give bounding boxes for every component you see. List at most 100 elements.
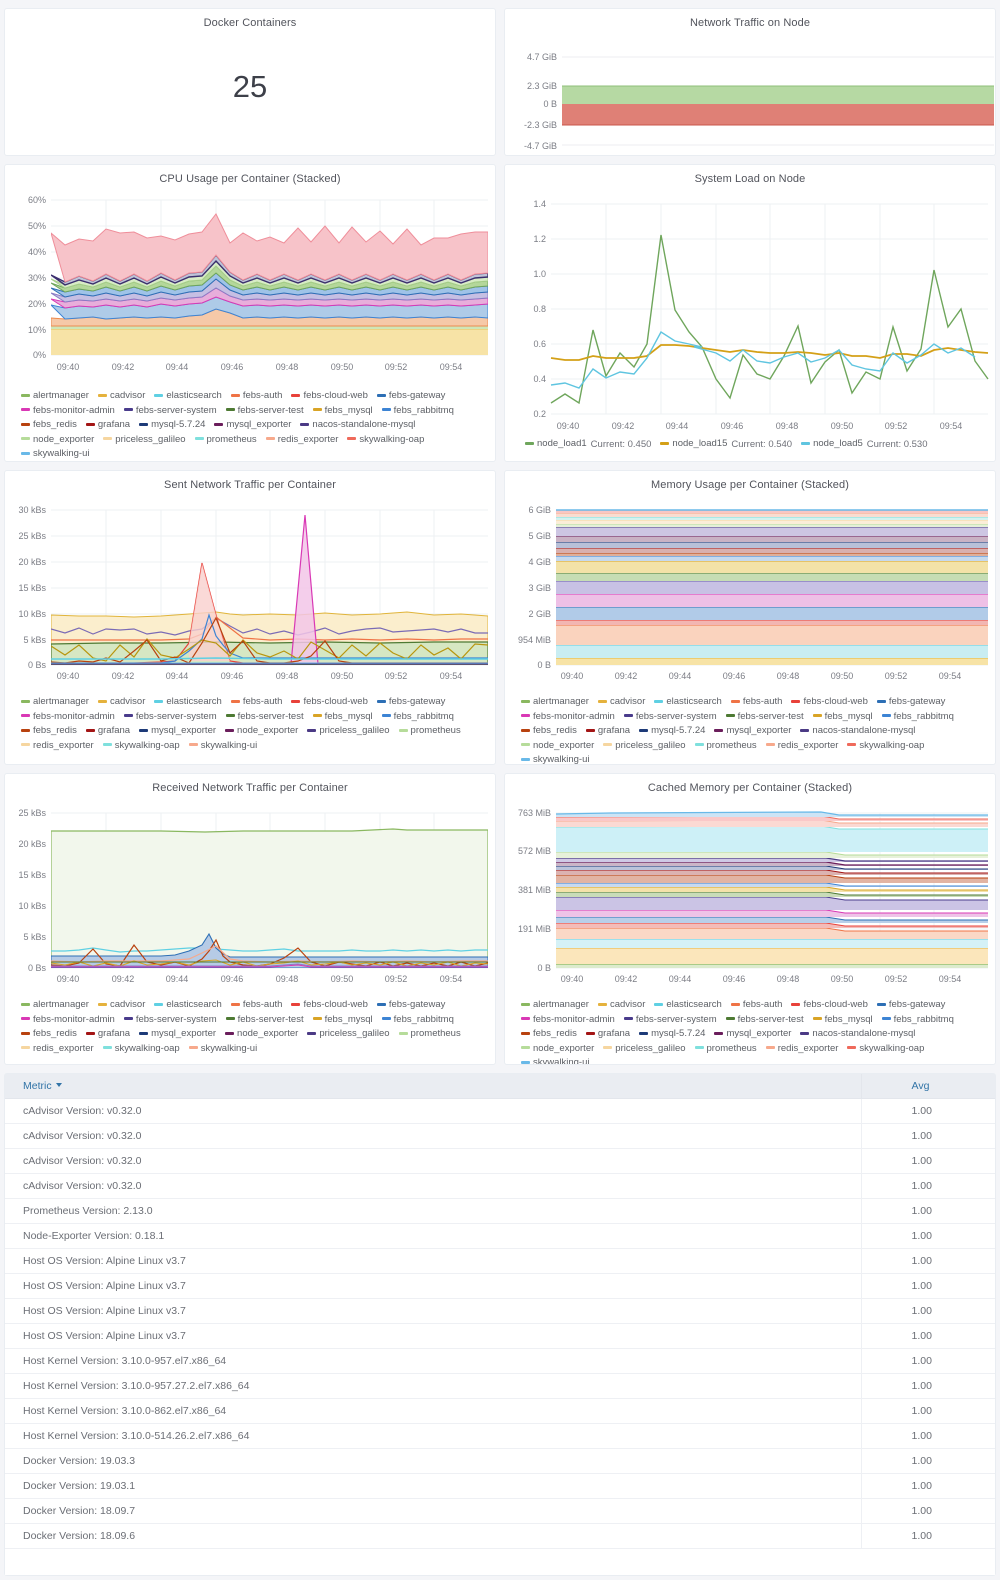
cpu-usage-graph[interactable]: 60% 50% 40% 30% 20% 10% 0% 09:40 09:42 0… [5,187,495,387]
legend-item[interactable]: febs_mysql [812,710,873,725]
legend-item[interactable]: node_exporter [21,433,94,448]
table-row[interactable]: Docker Version: 19.03.1 1.00 [5,1473,995,1499]
legend-item[interactable]: elasticsearch [154,695,222,710]
legend-item[interactable]: skywalking-ui [521,1056,590,1064]
table-row[interactable]: Docker Version: 19.03.3 1.00 [5,1448,995,1474]
table-row[interactable]: Host Kernel Version: 3.10.0-514.26.2.el7… [5,1423,995,1449]
legend-item[interactable]: febs-monitor-admin [521,710,615,725]
table-row[interactable]: Docker Version: 18.09.7 1.00 [5,1498,995,1524]
legend-item[interactable]: febs-cloud-web [291,389,368,404]
legend-item[interactable]: mysql_exporter [714,1027,791,1042]
legend-item[interactable]: febs_redis [21,724,77,739]
legend-item[interactable]: febs-auth [230,998,282,1013]
table-row[interactable]: Docker Version: 18.09.6 1.00 [5,1523,995,1549]
legend-item[interactable]: febs-monitor-admin [21,404,115,419]
legend-item[interactable]: redis_exporter [21,739,94,754]
legend-item[interactable]: febs-cloud-web [791,998,868,1013]
legend-item[interactable]: node_load1 Current: 0.450 [525,437,651,452]
legend-received-network[interactable]: alertmanager cadvisor elasticsearch febs-au… [5,996,495,1062]
legend-item[interactable]: febs-auth [730,998,782,1013]
legend-item[interactable]: febs-gateway [376,389,445,404]
legend-item[interactable]: febs_redis [521,724,577,739]
legend-item[interactable]: mysql_exporter [714,724,791,739]
legend-item[interactable]: node_exporter [521,739,594,754]
legend-item[interactable]: febs-server-test [725,1013,804,1028]
legend-item[interactable]: prometheus [194,433,257,448]
legend-cpu-usage[interactable]: alertmanager cadvisor elasticsearch febs-au… [5,387,495,461]
legend-item[interactable]: skywalking-ui [188,739,257,754]
legend-memory-usage[interactable]: alertmanager cadvisor elasticsearch febs-au… [505,693,995,764]
legend-item[interactable]: elasticsearch [654,998,722,1013]
legend-item[interactable]: febs_rabbitmq [381,404,454,419]
legend-item[interactable]: cadvisor [597,998,645,1013]
legend-item[interactable]: priceless_galileo [307,1027,390,1042]
legend-item[interactable]: alertmanager [21,998,89,1013]
legend-item[interactable]: node_exporter [225,1027,298,1042]
legend-item[interactable]: febs-auth [230,389,282,404]
legend-item[interactable]: prometheus [398,1027,461,1042]
legend-item[interactable]: skywalking-oap [102,739,180,754]
legend-item[interactable]: febs-server-test [225,404,304,419]
table-row[interactable]: Host Kernel Version: 3.10.0-957.el7.x86_… [5,1348,995,1374]
legend-item[interactable]: febs-cloud-web [291,998,368,1013]
legend-item[interactable]: febs-gateway [376,695,445,710]
legend-item[interactable]: cadvisor [97,998,145,1013]
legend-system-load[interactable]: node_load1 Current: 0.450 node_load15 Curre… [505,435,995,458]
table-row[interactable]: Prometheus Version: 2.13.0 1.00 [5,1198,995,1224]
legend-item[interactable]: grafana [85,1027,130,1042]
legend-item[interactable]: febs_redis [21,418,77,433]
legend-item[interactable]: priceless_galileo [103,433,186,448]
table-row[interactable]: Host Kernel Version: 3.10.0-862.el7.x86_… [5,1398,995,1424]
legend-item[interactable]: skywalking-ui [521,753,590,764]
legend-item[interactable]: node_load15 Current: 0.540 [660,437,792,452]
legend-item[interactable]: priceless_galileo [603,739,686,754]
memory-usage-graph[interactable]: 6 GiB 5 GiB 4 GiB 3 GiB 2 GiB 954 MiB 0 … [505,493,995,693]
table-row[interactable]: Host Kernel Version: 3.10.0-957.27.2.el7… [5,1373,995,1399]
legend-item[interactable]: febs-monitor-admin [21,1013,115,1028]
table-row[interactable]: Host OS Version: Alpine Linux v3.7 1.00 [5,1248,995,1274]
legend-item[interactable]: grafana [585,724,630,739]
legend-item[interactable]: nacos-standalone-mysql [800,1027,915,1042]
legend-item[interactable]: febs-server-system [123,1013,217,1028]
legend-item[interactable]: mysql_exporter [214,418,291,433]
legend-item[interactable]: elasticsearch [154,389,222,404]
legend-item[interactable]: febs_rabbitmq [881,1013,954,1028]
legend-item[interactable]: mysql-5.7.24 [139,418,205,433]
legend-item[interactable]: febs-cloud-web [791,695,868,710]
legend-item[interactable]: febs-server-test [225,1013,304,1028]
panel-cpu-usage[interactable]: CPU Usage per Container (Stacked) 60% 50… [4,164,496,462]
legend-item[interactable]: mysql_exporter [139,724,216,739]
legend-item[interactable]: elasticsearch [154,998,222,1013]
legend-item[interactable]: prometheus [398,724,461,739]
legend-item[interactable]: redis_exporter [265,433,338,448]
legend-item[interactable]: skywalking-ui [188,1042,257,1057]
sort-desc-icon[interactable] [55,1083,62,1088]
legend-item[interactable]: febs_mysql [312,404,373,419]
panel-sent-network[interactable]: Sent Network Traffic per Container 30 kB… [4,470,496,765]
table-row[interactable]: cAdvisor Version: v0.32.0 1.00 [5,1173,995,1199]
legend-item[interactable]: cadvisor [97,389,145,404]
legend-item[interactable]: mysql-5.7.24 [639,724,705,739]
legend-item[interactable]: mysql_exporter [139,1027,216,1042]
legend-cached-memory[interactable]: alertmanager cadvisor elasticsearch febs-au… [505,996,995,1064]
legend-item[interactable]: febs-server-system [123,404,217,419]
legend-item[interactable]: redis_exporter [765,739,838,754]
legend-item[interactable]: febs_mysql [812,1013,873,1028]
legend-item[interactable]: skywalking-ui [21,447,90,461]
legend-item[interactable]: febs-auth [230,695,282,710]
legend-item[interactable]: nacos-standalone-mysql [300,418,415,433]
legend-item[interactable]: skywalking-oap [847,739,924,754]
legend-item[interactable]: febs_rabbitmq [381,710,454,725]
legend-item[interactable]: febs-server-system [623,1013,717,1028]
table-row[interactable]: cAdvisor Version: v0.32.0 1.00 [5,1123,995,1149]
legend-item[interactable]: grafana [585,1027,630,1042]
legend-item[interactable]: nacos-standalone-mysql [800,724,915,739]
legend-item[interactable]: prometheus [694,1042,757,1057]
legend-item[interactable]: skywalking-oap [847,1042,924,1057]
legend-item[interactable]: febs-server-system [623,710,717,725]
panel-memory-usage[interactable]: Memory Usage per Container (Stacked) 6 G… [504,470,996,765]
legend-item[interactable]: alertmanager [21,695,89,710]
legend-item[interactable]: priceless_galileo [307,724,390,739]
legend-item[interactable]: grafana [85,418,130,433]
legend-item[interactable]: cadvisor [597,695,645,710]
